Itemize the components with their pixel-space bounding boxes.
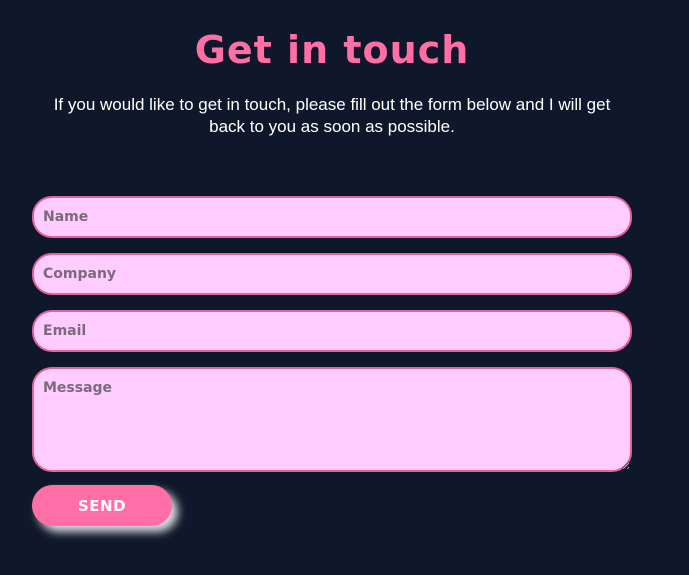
send-button[interactable]: SEND <box>32 485 172 526</box>
page-title: Get in touch <box>194 28 470 72</box>
intro-text: If you would like to get in touch, pleas… <box>53 95 611 136</box>
message-field[interactable] <box>32 367 632 472</box>
email-field[interactable] <box>32 310 632 352</box>
name-field[interactable] <box>32 196 632 238</box>
company-field[interactable] <box>32 253 632 295</box>
